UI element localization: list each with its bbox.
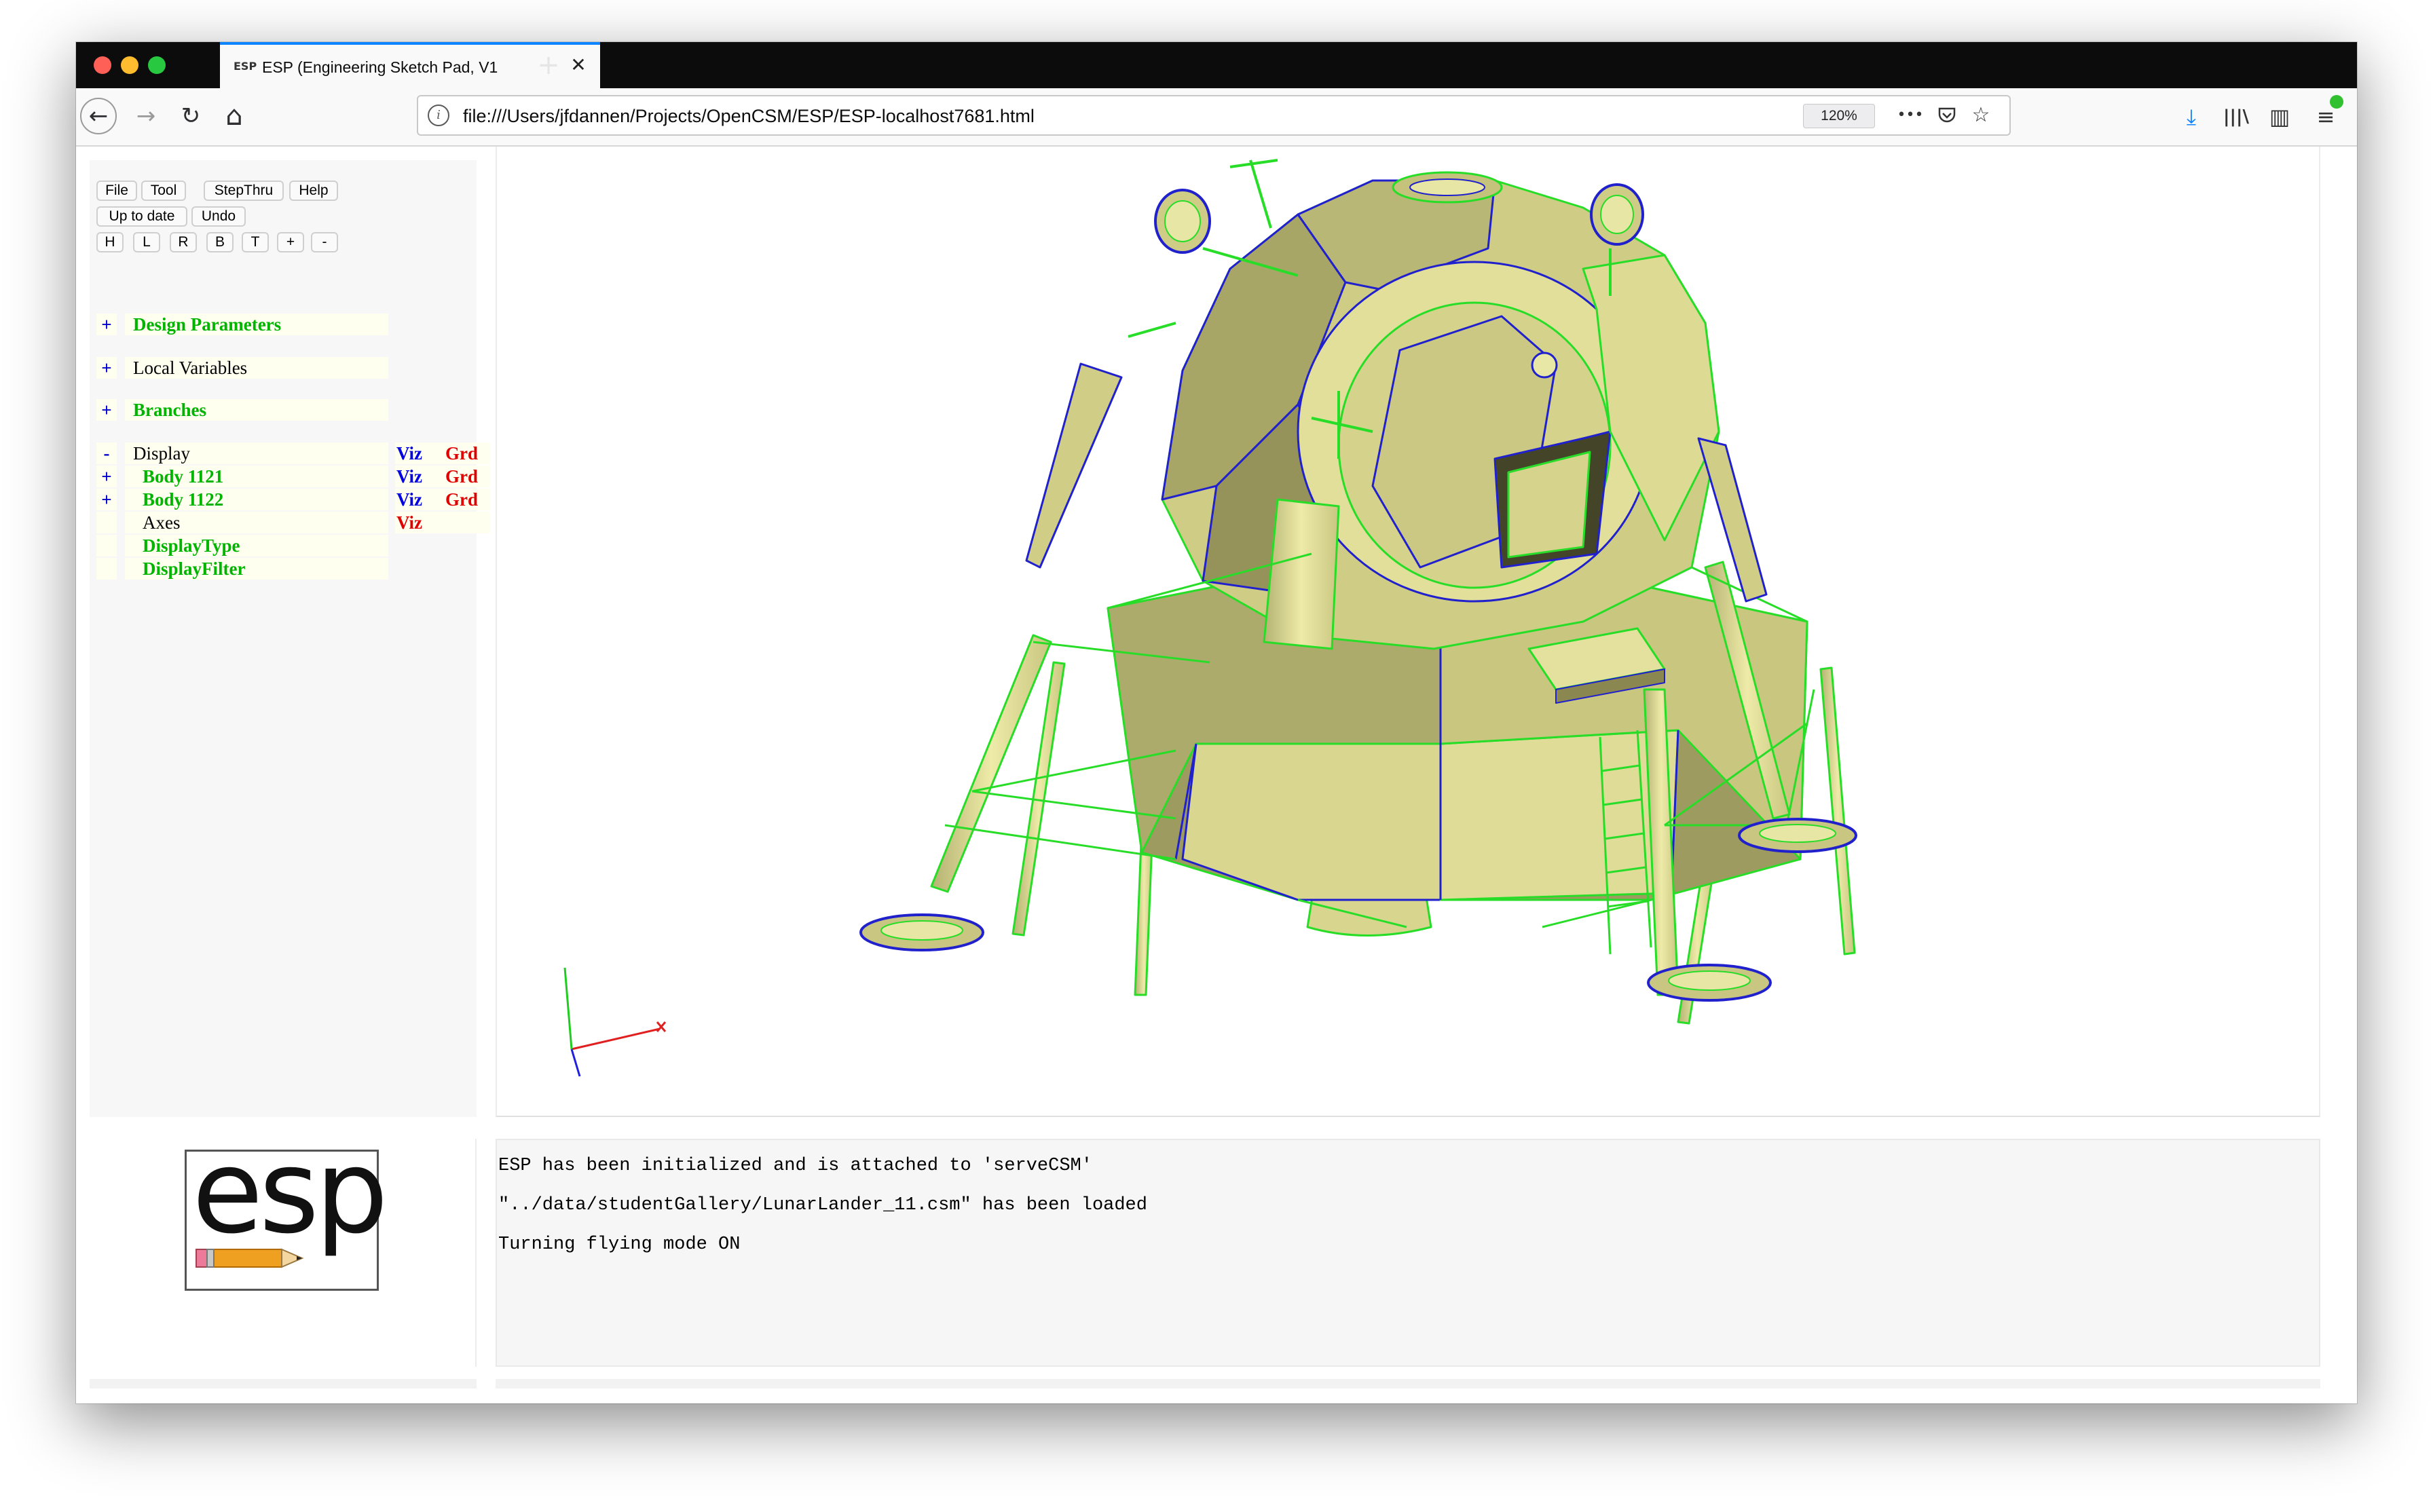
tab-title: ESP (Engineering Sketch Pad, V1 <box>262 58 498 76</box>
expand-icon[interactable]: + <box>96 466 117 487</box>
tree-label[interactable]: Display <box>133 442 190 464</box>
help-button[interactable]: Help <box>289 181 338 201</box>
tree-item-display-type[interactable]: DisplayType <box>96 535 388 556</box>
message-line: "../data/studentGallery/LunarLander_11.c… <box>498 1195 1147 1215</box>
tree-label[interactable]: Local Variables <box>133 357 247 379</box>
message-line: Turning flying mode ON <box>498 1234 741 1255</box>
library-icon[interactable]: |||\ <box>2220 100 2252 133</box>
bottom-strip <box>90 1379 477 1388</box>
tab-close-icon[interactable]: ✕ <box>566 53 591 77</box>
sidebar-icon[interactable]: ▥ <box>2263 100 2296 133</box>
tree-label[interactable]: Design Parameters <box>133 314 281 335</box>
grd-toggle[interactable]: Grd <box>445 489 478 510</box>
tab-bar: ESP ESP (Engineering Sketch Pad, V1 ✕ + <box>76 42 2357 88</box>
close-window-button[interactable] <box>94 56 111 74</box>
viz-toggle[interactable]: Viz <box>396 489 422 510</box>
star-icon[interactable]: ☆ <box>1966 100 1996 130</box>
update-badge-icon <box>2330 95 2343 109</box>
tool-button[interactable]: Tool <box>141 181 186 201</box>
pencil-icon <box>196 1248 304 1268</box>
tree-label[interactable]: DisplayType <box>143 535 240 556</box>
new-tab-button[interactable]: + <box>532 50 565 80</box>
logo-panel: esp <box>90 1125 477 1367</box>
axes-triad <box>563 967 667 1077</box>
stepthru-button[interactable]: StepThru <box>204 181 284 201</box>
zoom-out-button[interactable]: - <box>311 232 338 252</box>
tree-label[interactable]: Body 1122 <box>143 489 223 510</box>
tree-label[interactable]: DisplayFilter <box>143 558 245 580</box>
tree-item-display-filter[interactable]: DisplayFilter <box>96 558 388 580</box>
bottom-strip <box>496 1379 2320 1388</box>
view-top-button[interactable]: T <box>242 232 269 252</box>
tree-item-display[interactable]: - Display Viz Grd <box>96 442 490 464</box>
expand-icon[interactable]: + <box>96 489 117 510</box>
tree-item-body-1122[interactable]: + Body 1122 Viz Grd <box>96 489 490 510</box>
view-left-button[interactable]: L <box>133 232 160 252</box>
esp-logo: esp <box>185 1125 388 1291</box>
3d-viewer-canvas[interactable] <box>496 147 2320 1117</box>
undo-button[interactable]: Undo <box>191 206 246 227</box>
navigation-bar: ← → ↻ ⌂ i file:///Users/jfdannen/Project… <box>76 88 2357 147</box>
message-panel: ESP has been initialized and is attached… <box>496 1139 2320 1367</box>
zoom-in-button[interactable]: + <box>277 232 304 252</box>
tree-label[interactable]: Body 1121 <box>143 466 223 487</box>
more-dots-icon[interactable]: ••• <box>1895 100 1925 130</box>
reload-icon[interactable]: ↻ <box>172 98 209 134</box>
tree-label[interactable]: Branches <box>133 399 206 421</box>
tree-item-body-1121[interactable]: + Body 1121 Viz Grd <box>96 466 490 487</box>
expand-icon[interactable]: + <box>96 314 117 335</box>
left-panel: File Tool StepThru Help Up to date Undo … <box>90 160 490 1117</box>
url-input[interactable]: file:///Users/jfdannen/Projects/OpenCSM/… <box>463 105 1035 128</box>
tree-label[interactable]: Axes <box>143 512 181 533</box>
viz-toggle[interactable]: Viz <box>396 442 422 464</box>
download-icon[interactable]: ⤓ <box>2175 100 2208 133</box>
collapse-icon[interactable]: - <box>96 442 117 464</box>
viz-toggle[interactable]: Viz <box>396 512 422 533</box>
message-line: ESP has been initialized and is attached… <box>498 1156 1092 1176</box>
minimize-window-button[interactable] <box>121 56 138 74</box>
url-bar[interactable]: i file:///Users/jfdannen/Projects/OpenCS… <box>417 95 2011 136</box>
home-icon[interactable]: ⌂ <box>216 98 253 134</box>
file-button[interactable]: File <box>96 181 137 201</box>
zoom-level-badge[interactable]: 120% <box>1803 104 1875 128</box>
forward-arrow-icon[interactable]: → <box>128 98 164 134</box>
pocket-icon[interactable] <box>1932 100 1962 130</box>
browser-window: ESP ESP (Engineering Sketch Pad, V1 ✕ + … <box>76 42 2357 1403</box>
esp-favicon-icon: ESP <box>234 60 257 73</box>
tree-item-design-parameters[interactable]: + Design Parameters <box>96 314 388 335</box>
tree-panel: + Design Parameters + Local Variables + … <box>90 303 490 1117</box>
esp-page: File Tool StepThru Help Up to date Undo … <box>76 147 2357 1403</box>
tree-item-local-variables[interactable]: + Local Variables <box>96 357 388 379</box>
back-arrow-icon[interactable]: ← <box>80 98 117 134</box>
expand-icon[interactable]: + <box>96 357 117 379</box>
menu-area: File Tool StepThru Help Up to date Undo … <box>90 160 477 303</box>
lunar-lander-model <box>563 159 1857 1077</box>
grd-toggle[interactable]: Grd <box>445 466 478 487</box>
tree-item-axes[interactable]: Axes Viz <box>96 512 490 533</box>
info-icon[interactable]: i <box>428 105 449 126</box>
view-bottom-button[interactable]: B <box>206 232 234 252</box>
expand-icon[interactable]: + <box>96 399 117 421</box>
view-home-button[interactable]: H <box>96 232 124 252</box>
maximize-window-button[interactable] <box>148 56 166 74</box>
grd-toggle[interactable]: Grd <box>445 442 478 464</box>
up-to-date-button[interactable]: Up to date <box>96 206 187 227</box>
tree-item-branches[interactable]: + Branches <box>96 399 388 421</box>
viz-toggle[interactable]: Viz <box>396 466 422 487</box>
view-right-button[interactable]: R <box>170 232 197 252</box>
